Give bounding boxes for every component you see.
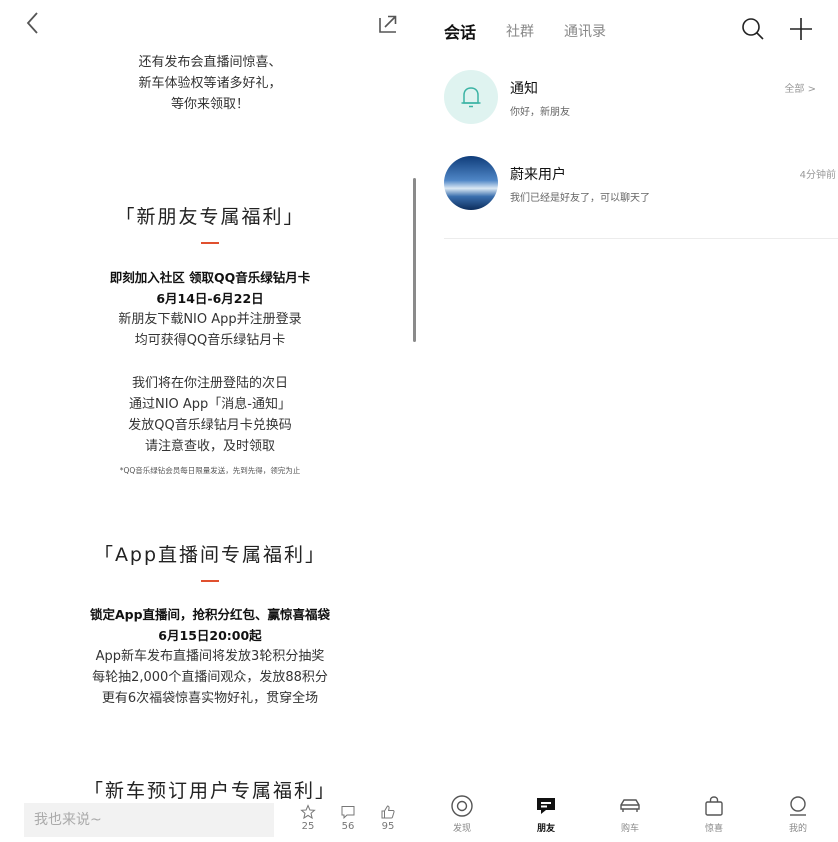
nav-friends[interactable]: 朋友 bbox=[516, 794, 576, 840]
highlight-line: 即刻加入社区 领取QQ音乐绿钻月卡 bbox=[109, 270, 311, 285]
back-arrow-icon[interactable] bbox=[22, 10, 46, 36]
footnote: *QQ音乐绿钻会员每日限量发送，先到先得，领完为止 bbox=[119, 466, 301, 475]
section-body: 我们将在你注册登陆的次日 通过NIO App「消息-通知」 发放QQ音乐绿钻月卡… bbox=[0, 373, 420, 457]
section-title: 「新车预订用户专属福利」 bbox=[83, 780, 336, 802]
divider bbox=[444, 238, 838, 239]
nav-label: 购车 bbox=[620, 824, 639, 834]
view-all-link[interactable]: 全部 > bbox=[784, 80, 816, 95]
intro-line: 还有发布会直播间惊喜、 bbox=[138, 55, 282, 70]
user-icon bbox=[790, 796, 806, 816]
like-button[interactable]: 95 bbox=[373, 804, 403, 838]
article-panel: 还有发布会直播间惊喜、 新车体验权等诸多好礼， 等你来领取！ 「新朋友专属福利」… bbox=[0, 0, 420, 842]
body-line: 通过NIO App「消息-通知」 bbox=[128, 397, 291, 412]
body-line: 请注意查收，及时领取 bbox=[144, 439, 275, 454]
nav-buy-car[interactable]: 购车 bbox=[600, 794, 660, 840]
comment-button[interactable]: 56 bbox=[333, 804, 363, 838]
intro-line: 等你来领取！ bbox=[170, 97, 249, 112]
body-line: 每轮抽2,000个直播间观众，发放88积分 bbox=[92, 670, 328, 685]
section-highlight: 锁定App直播间，抢积分红包、赢惊喜福袋 6月15日20:00起 App新车发布… bbox=[0, 604, 420, 709]
intro-line: 新车体验权等诸多好礼， bbox=[138, 76, 282, 91]
star-icon bbox=[300, 804, 316, 820]
conversation-preview: 我们已经是好友了，可以聊天了 bbox=[510, 193, 650, 204]
chat-icon bbox=[537, 798, 555, 814]
tab-communities[interactable]: 社群 bbox=[506, 21, 534, 41]
section-highlight: 即刻加入社区 领取QQ音乐绿钻月卡 6月14日-6月22日 新朋友下载NIO A… bbox=[0, 267, 420, 351]
share-icon[interactable] bbox=[376, 12, 400, 36]
bell-icon bbox=[461, 87, 481, 108]
user-avatar-image bbox=[444, 156, 498, 210]
comment-icon bbox=[341, 806, 355, 819]
nav-discover[interactable]: 发现 bbox=[432, 794, 492, 840]
plus-icon[interactable] bbox=[788, 16, 814, 42]
nav-surprise[interactable]: 惊喜 bbox=[684, 794, 744, 840]
comment-count: 56 bbox=[341, 821, 355, 832]
avatar bbox=[444, 156, 498, 210]
car-icon bbox=[620, 799, 640, 812]
notification-avatar bbox=[444, 70, 498, 124]
article-intro: 还有发布会直播间惊喜、 新车体验权等诸多好礼， 等你来领取！ bbox=[0, 52, 420, 115]
body-line: 发放QQ音乐绿钻月卡兑换码 bbox=[128, 418, 292, 433]
gift-bag-icon bbox=[705, 796, 723, 816]
body-line: App新车发布直播间将发放3轮积分抽奖 bbox=[95, 649, 325, 664]
highlight-line: 锁定App直播间，抢积分红包、赢惊喜福袋 bbox=[89, 607, 331, 622]
tab-conversations[interactable]: 会话 bbox=[444, 19, 476, 43]
tab-contacts[interactable]: 通讯录 bbox=[564, 21, 606, 41]
accent-divider bbox=[201, 580, 219, 582]
thumbs-up-icon bbox=[381, 805, 395, 819]
conversation-title: 通知 bbox=[510, 81, 538, 97]
conversation-time: 4分钟前 bbox=[799, 170, 836, 181]
comment-input[interactable]: 我也来说~ bbox=[24, 803, 274, 837]
body-line: 更有6次福袋惊喜实物好礼，贯穿全场 bbox=[101, 691, 319, 706]
nav-me[interactable]: 我的 bbox=[768, 794, 828, 840]
nav-label: 我的 bbox=[788, 824, 807, 834]
conversation-title: 蔚来用户 bbox=[510, 167, 566, 183]
section-title: 「App直播间专属福利」 bbox=[93, 544, 327, 566]
nav-label: 发现 bbox=[452, 824, 471, 834]
compass-icon bbox=[451, 795, 473, 817]
nav-label: 朋友 bbox=[536, 824, 555, 834]
body-line: 均可获得QQ音乐绿钻月卡 bbox=[134, 333, 286, 348]
accent-divider bbox=[201, 242, 219, 244]
favorite-count: 25 bbox=[301, 821, 315, 832]
conversation-row-notification[interactable]: 通知 你好，新朋友 全部 > bbox=[420, 66, 838, 130]
nav-label: 惊喜 bbox=[704, 824, 723, 834]
highlight-line: 6月15日20:00起 bbox=[158, 628, 262, 643]
conversation-row-user[interactable]: 蔚来用户 我们已经是好友了，可以聊天了 4分钟前 bbox=[420, 152, 838, 216]
messages-panel: 会话 社群 通讯录 通知 你好，新朋友 全部 > 蔚来用户 我们已经是好友了，可… bbox=[420, 0, 838, 842]
section-title: 「新朋友专属福利」 bbox=[115, 206, 305, 228]
body-line: 新朋友下载NIO App并注册登录 bbox=[118, 312, 302, 327]
highlight-line: 6月14日-6月22日 bbox=[156, 291, 264, 306]
body-line: 我们将在你注册登陆的次日 bbox=[131, 376, 288, 391]
search-icon[interactable] bbox=[740, 16, 766, 42]
favorite-button[interactable]: 25 bbox=[293, 804, 323, 838]
conversation-preview: 你好，新朋友 bbox=[510, 107, 570, 118]
like-count: 95 bbox=[381, 821, 395, 832]
